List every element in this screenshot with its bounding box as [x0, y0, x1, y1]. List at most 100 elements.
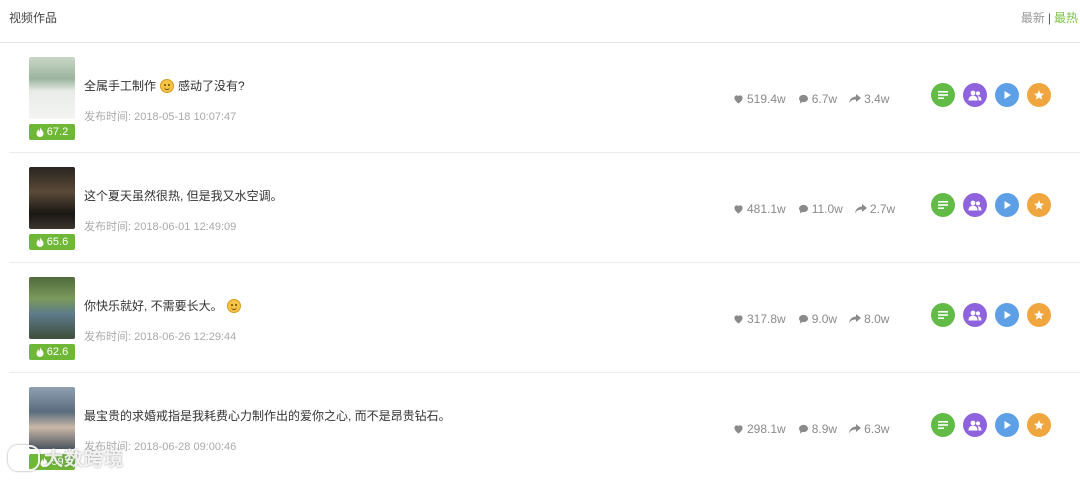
watermark-text: 大数跨境 — [44, 449, 125, 470]
sort-separator: | — [1047, 11, 1051, 25]
star-icon — [1033, 419, 1045, 431]
shares-stat: 2.7w — [854, 202, 895, 216]
flame-icon — [36, 237, 44, 247]
heat-badge: 65.6 — [29, 234, 75, 250]
list-icon — [937, 200, 949, 210]
favorite-button[interactable] — [1027, 303, 1051, 327]
list-icon — [937, 90, 949, 100]
sort-hottest-link[interactable]: 最热 — [1054, 11, 1078, 25]
share-arrow-icon — [849, 424, 864, 434]
video-title-suffix: 感动了没有? — [178, 79, 245, 93]
favorite-button[interactable] — [1027, 83, 1051, 107]
publish-time-value: 2018-06-01 12:49:09 — [134, 221, 237, 233]
video-thumbnail[interactable] — [29, 167, 75, 229]
shares-count: 6.3w — [864, 422, 890, 436]
fans-button[interactable] — [963, 303, 987, 327]
publish-time: 发布时间: 2018-05-18 10:07:47 — [84, 108, 236, 124]
video-stats: 298.1w 8.9w 6.3w — [733, 422, 901, 436]
sort-toggle: 最新 | 最热 — [1021, 9, 1078, 26]
video-title-text: 你快乐就好, 不需要长大。 — [84, 299, 223, 313]
likes-stat: 298.1w — [733, 422, 786, 436]
star-icon — [1033, 309, 1045, 321]
share-arrow-icon — [854, 204, 870, 214]
comments-count: 8.9w — [811, 422, 838, 436]
play-button[interactable] — [995, 193, 1019, 217]
share-arrow-icon — [849, 314, 864, 324]
heat-value: 62.6 — [46, 346, 69, 358]
likes-stat: 481.1w — [733, 202, 786, 216]
play-button[interactable] — [995, 303, 1019, 327]
comment-bubble-icon — [798, 424, 812, 434]
publish-time-value: 2018-06-28 09:00:46 — [134, 441, 237, 453]
heat-value: 67.2 — [46, 126, 69, 138]
publish-time: 发布时间: 2018-06-26 12:29:44 — [84, 328, 236, 344]
publish-time-label: 发布时间: — [84, 111, 132, 123]
smiley-emoji-icon — [160, 79, 175, 93]
users-icon — [968, 310, 982, 321]
comment-bubble-icon — [798, 94, 812, 104]
detail-button[interactable] — [931, 83, 955, 107]
video-row: 62.6 你快乐就好, 不需要长大。 发布时间: 2018-06-26 12:2… — [9, 263, 1080, 373]
heart-icon — [733, 94, 747, 104]
flame-icon — [36, 127, 44, 137]
fans-button[interactable] — [963, 413, 987, 437]
likes-count: 298.1w — [747, 422, 786, 436]
fans-button[interactable] — [963, 83, 987, 107]
comments-stat: 9.0w — [798, 312, 837, 326]
fans-button[interactable] — [963, 193, 987, 217]
video-stats: 481.1w 11.0w 2.7w — [733, 202, 907, 216]
publish-time-value: 2018-05-18 10:07:47 — [134, 111, 237, 123]
section-title: 视频作品 — [9, 11, 58, 25]
users-icon — [968, 200, 982, 211]
detail-button[interactable] — [931, 193, 955, 217]
detail-button[interactable] — [931, 413, 955, 437]
video-thumbnail[interactable] — [29, 277, 75, 339]
publish-time-value: 2018-06-26 12:29:44 — [134, 331, 237, 343]
publish-time-label: 发布时间: — [84, 331, 132, 343]
video-thumbnail[interactable] — [29, 387, 75, 449]
users-icon — [968, 90, 982, 101]
sort-latest-link[interactable]: 最新 — [1021, 11, 1045, 25]
video-row: 67.2 全属手工制作 感动了没有? 发布时间: 2018-05-18 10:07… — [9, 43, 1080, 153]
section-header: 视频作品 最新 | 最热 — [0, 0, 1080, 43]
play-icon — [1003, 420, 1012, 430]
comments-stat: 8.9w — [798, 422, 837, 436]
play-button[interactable] — [995, 83, 1019, 107]
heart-icon — [733, 204, 747, 214]
share-arrow-icon — [849, 94, 864, 104]
row-actions — [931, 413, 1059, 437]
heart-icon — [733, 314, 747, 324]
smiley-emoji-icon — [226, 299, 241, 313]
comments-count: 6.7w — [811, 92, 838, 106]
favorite-button[interactable] — [1027, 413, 1051, 437]
comments-stat: 6.7w — [798, 92, 837, 106]
shares-count: 8.0w — [864, 312, 890, 326]
likes-count: 481.1w — [747, 202, 786, 216]
users-icon — [968, 420, 982, 431]
list-icon — [937, 310, 949, 320]
shares-stat: 6.3w — [849, 422, 889, 436]
comments-count: 9.0w — [811, 312, 838, 326]
star-icon — [1033, 199, 1045, 211]
video-row: 65.6 这个夏天虽然很热, 但是我又水空调。 发布时间: 2018-06-01… — [9, 153, 1080, 263]
flame-icon — [36, 347, 44, 357]
favorite-button[interactable] — [1027, 193, 1051, 217]
likes-stat: 519.4w — [733, 92, 786, 106]
video-title[interactable]: 全属手工制作 感动了没有? — [84, 77, 245, 94]
shares-stat: 8.0w — [849, 312, 889, 326]
video-stats: 519.4w 6.7w 3.4w — [733, 92, 901, 106]
likes-count: 519.4w — [747, 92, 786, 106]
shares-count: 3.4w — [864, 92, 890, 106]
comment-bubble-icon — [798, 204, 812, 214]
video-title[interactable]: 最宝贵的求婚戒指是我耗费心力制作出的爱你之心, 而不是昂贵钻石。 — [84, 407, 451, 424]
video-title[interactable]: 这个夏天虽然很热, 但是我又水空调。 — [84, 187, 283, 204]
video-title[interactable]: 你快乐就好, 不需要长大。 — [84, 297, 245, 314]
list-icon — [937, 420, 949, 430]
heat-badge: 62.6 — [29, 344, 75, 360]
comments-count: 11.0w — [811, 202, 843, 216]
detail-button[interactable] — [931, 303, 955, 327]
video-row: 59 最宝贵的求婚戒指是我耗费心力制作出的爱你之心, 而不是昂贵钻石。 发布时间… — [9, 373, 1080, 482]
video-thumbnail[interactable] — [29, 57, 75, 119]
play-button[interactable] — [995, 413, 1019, 437]
video-title-text: 这个夏天虽然很热, 但是我又水空调。 — [84, 189, 283, 203]
